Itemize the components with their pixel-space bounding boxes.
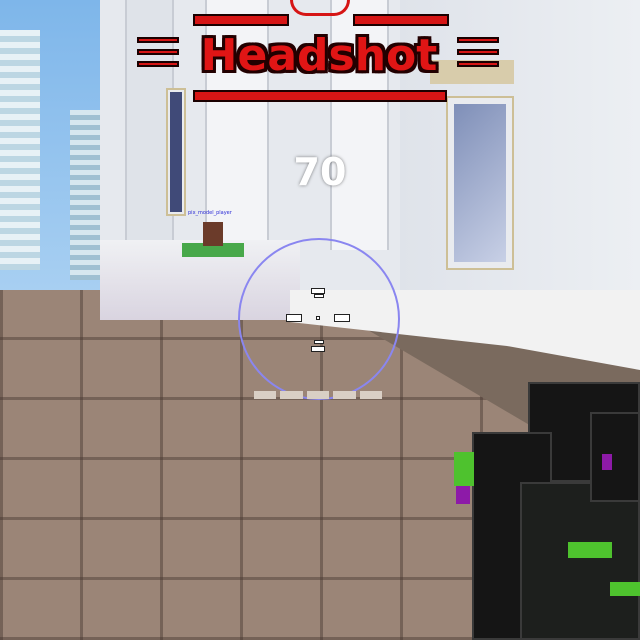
headshot-emblem-icon bbox=[290, 0, 350, 16]
voxel-rifle-icon bbox=[450, 382, 640, 640]
crosshair-tick-top bbox=[314, 294, 324, 298]
mansion-window bbox=[166, 88, 186, 216]
weapon-glow bbox=[454, 452, 474, 486]
banner-stripes-left bbox=[137, 37, 179, 75]
game-viewport[interactable]: pix_model_player Headshot 70 bbox=[0, 0, 640, 640]
crosshair-tick-left bbox=[286, 314, 302, 322]
reload-segment bbox=[359, 391, 383, 399]
weapon-accent bbox=[602, 454, 612, 470]
reload-segment bbox=[306, 391, 330, 399]
weapon-glow bbox=[610, 582, 640, 596]
weapon-block bbox=[590, 412, 640, 502]
weapon-block bbox=[520, 482, 640, 640]
banner-bar bbox=[353, 14, 449, 26]
weapon-accent bbox=[456, 486, 470, 504]
crosshair-center-dot bbox=[316, 316, 320, 320]
crosshair-tick-right bbox=[334, 314, 350, 322]
mansion-window bbox=[446, 96, 514, 270]
crosshair-tick-bottom bbox=[311, 346, 325, 352]
enemy-nameplate: pix_model_player bbox=[188, 210, 232, 216]
headshot-label: Headshot bbox=[200, 30, 438, 81]
score-popup: 70 bbox=[293, 150, 347, 194]
weapon-glow bbox=[568, 542, 612, 558]
enemy-player bbox=[203, 222, 223, 246]
reload-segment bbox=[333, 391, 356, 399]
reload-segment bbox=[254, 391, 277, 399]
banner-stripes-right bbox=[457, 37, 499, 75]
crosshair-tick-bottom bbox=[314, 340, 324, 344]
headshot-banner: Headshot bbox=[135, 0, 505, 102]
city-tower bbox=[0, 30, 40, 270]
reload-bar bbox=[254, 391, 383, 399]
banner-bar bbox=[193, 14, 289, 26]
reload-segment bbox=[280, 391, 303, 399]
banner-bar bbox=[193, 90, 447, 102]
